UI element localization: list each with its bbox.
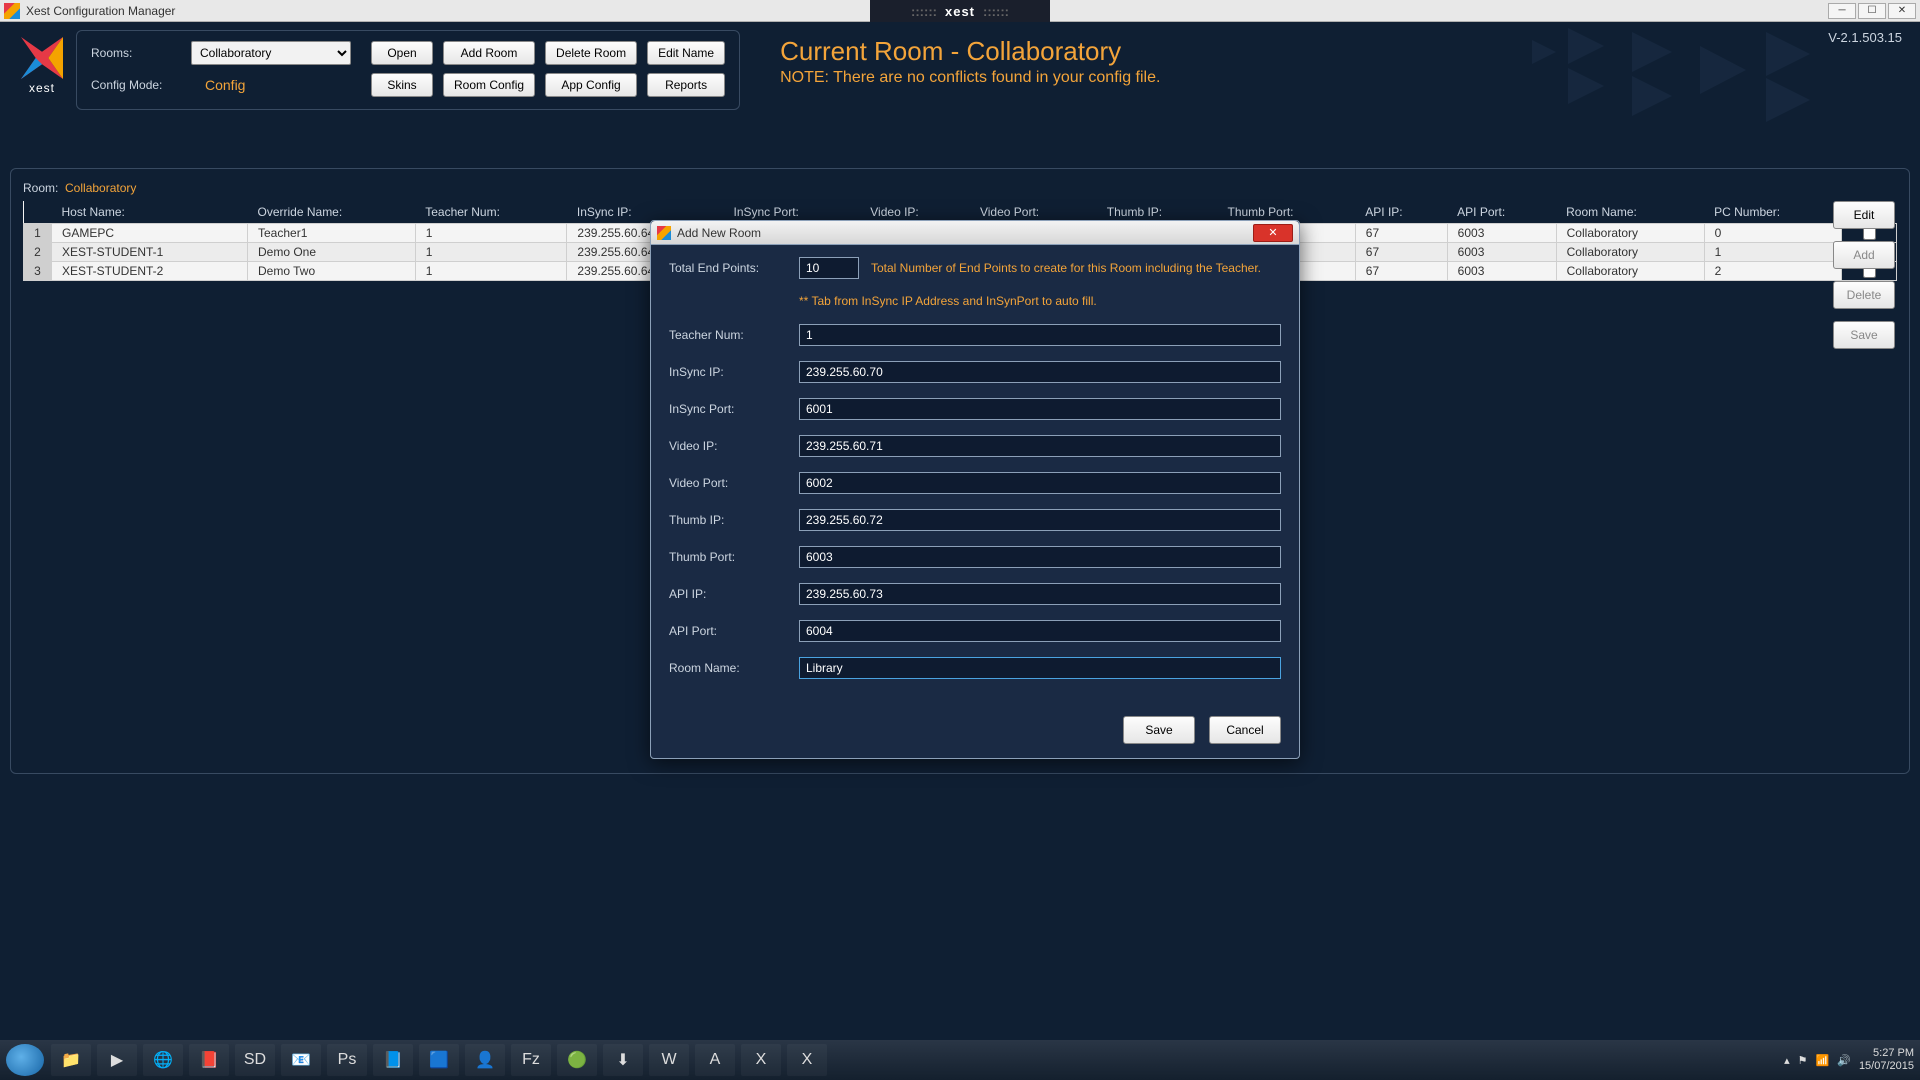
clock[interactable]: 5:27 PM 15/07/2015 — [1859, 1047, 1914, 1073]
tray-arrow-icon[interactable]: ▴ — [1784, 1054, 1790, 1067]
taskbar-item[interactable]: SD — [235, 1044, 275, 1076]
thumb-ip-input[interactable] — [799, 509, 1281, 531]
taskbar-item[interactable]: ⬇ — [603, 1044, 643, 1076]
video-ip-input[interactable] — [799, 435, 1281, 457]
tab-hint: ** Tab from InSync IP Address and InSynP… — [799, 294, 1281, 308]
insync-port-input[interactable] — [799, 398, 1281, 420]
teacher-num-input[interactable] — [799, 324, 1281, 346]
taskbar-item[interactable]: W — [649, 1044, 689, 1076]
taskbar-item[interactable]: 📁 — [51, 1044, 91, 1076]
taskbar-item[interactable]: ▶ — [97, 1044, 137, 1076]
start-button[interactable] — [6, 1044, 44, 1076]
taskbar-item[interactable]: A — [695, 1044, 735, 1076]
network-icon[interactable]: 📶 — [1816, 1054, 1830, 1067]
taskbar-item[interactable]: 🌐 — [143, 1044, 183, 1076]
taskbar-item[interactable]: 🟦 — [419, 1044, 459, 1076]
total-end-points-input[interactable] — [799, 257, 859, 279]
taskbar: 📁▶🌐📕SD📧Ps📘🟦👤Fz🟢⬇WAXX ▴ ⚑ 📶 🔊 5:27 PM 15/… — [0, 1040, 1920, 1080]
total-end-points-label: Total End Points: — [669, 261, 799, 275]
dialog-title: Add New Room — [677, 226, 761, 240]
app-icon — [657, 226, 671, 240]
dialog-close-button[interactable]: ✕ — [1253, 224, 1293, 242]
taskbar-item[interactable]: Fz — [511, 1044, 551, 1076]
taskbar-item[interactable]: 🟢 — [557, 1044, 597, 1076]
taskbar-item[interactable]: 📕 — [189, 1044, 229, 1076]
taskbar-item[interactable]: X — [741, 1044, 781, 1076]
taskbar-item[interactable]: 👤 — [465, 1044, 505, 1076]
dialog-save-button[interactable]: Save — [1123, 716, 1195, 744]
taskbar-item[interactable]: 📘 — [373, 1044, 413, 1076]
dialog-titlebar[interactable]: Add New Room ✕ — [651, 221, 1299, 245]
total-end-points-hint: Total Number of End Points to create for… — [871, 261, 1261, 275]
room-name-input[interactable] — [799, 657, 1281, 679]
taskbar-item[interactable]: Ps — [327, 1044, 367, 1076]
insync-ip-input[interactable] — [799, 361, 1281, 383]
api-ip-input[interactable] — [799, 583, 1281, 605]
video-port-input[interactable] — [799, 472, 1281, 494]
api-port-input[interactable] — [799, 620, 1281, 642]
taskbar-item[interactable]: X — [787, 1044, 827, 1076]
flag-icon[interactable]: ⚑ — [1798, 1054, 1808, 1067]
dialog-cancel-button[interactable]: Cancel — [1209, 716, 1281, 744]
modal-overlay: Add New Room ✕ Total End Points: Total N… — [0, 0, 1920, 1080]
thumb-port-input[interactable] — [799, 546, 1281, 568]
taskbar-item[interactable]: 📧 — [281, 1044, 321, 1076]
volume-icon[interactable]: 🔊 — [1837, 1054, 1851, 1067]
add-room-dialog: Add New Room ✕ Total End Points: Total N… — [650, 220, 1300, 759]
system-tray[interactable]: ▴ ⚑ 📶 🔊 5:27 PM 15/07/2015 — [1784, 1047, 1914, 1073]
